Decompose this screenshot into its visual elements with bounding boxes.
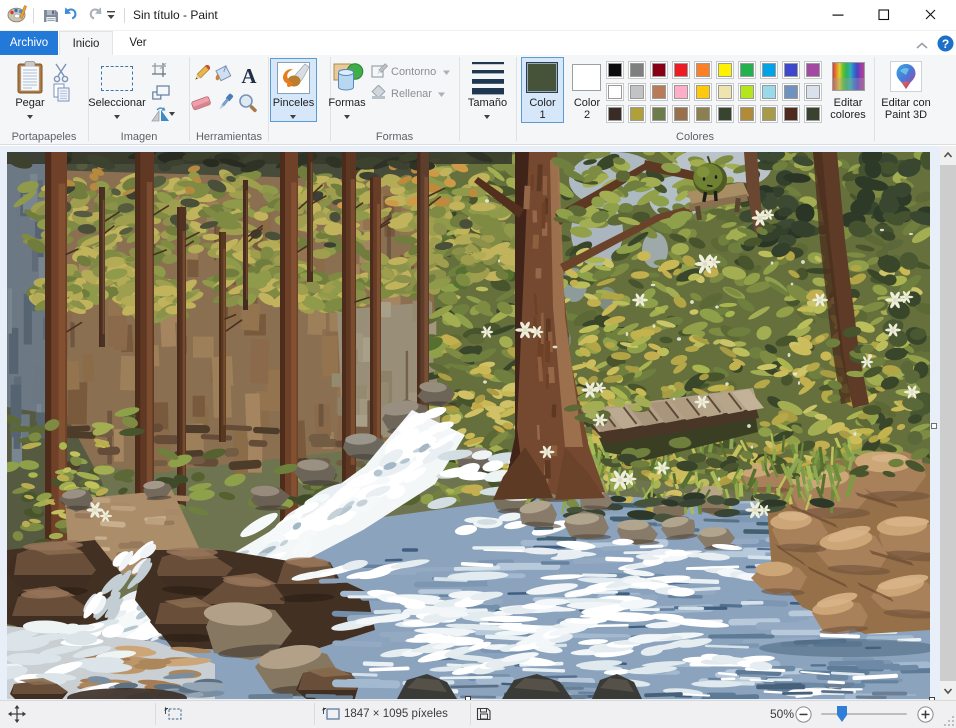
svg-text:?: ?: [942, 37, 949, 51]
